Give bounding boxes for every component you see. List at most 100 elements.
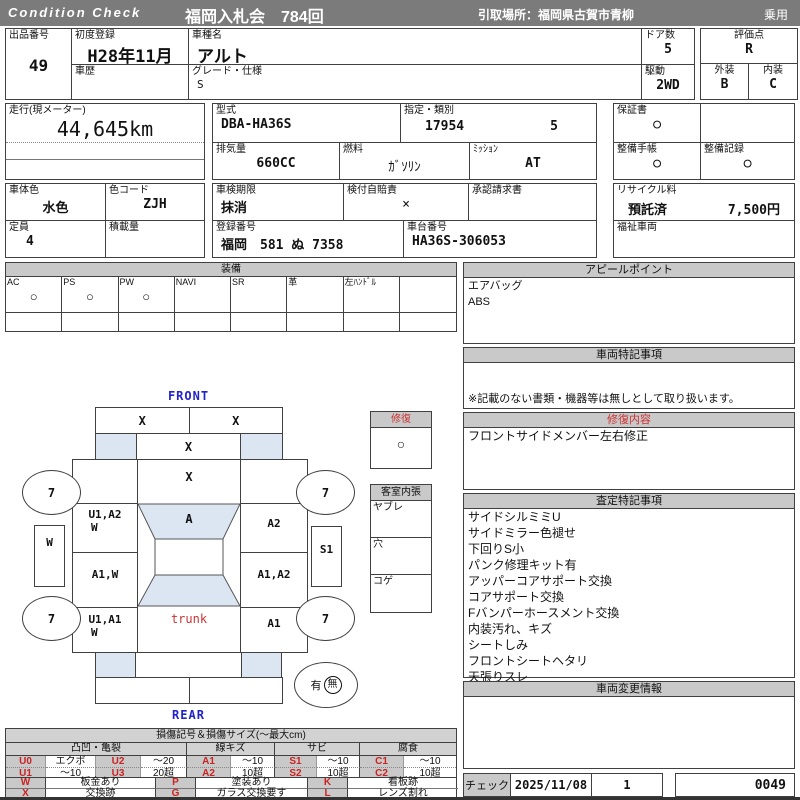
- equipment-value: ○: [85, 289, 94, 304]
- equipment-cell-leather: 革: [287, 277, 344, 313]
- drive-value: 2WD: [656, 78, 680, 93]
- registration-number-cell: 登録番号 福岡 581 ぬ 7358: [212, 220, 404, 258]
- capacity-label: 定員: [9, 222, 29, 233]
- grade-value: S: [197, 78, 204, 91]
- approval-request-label: 承認請求書: [472, 185, 522, 196]
- rear-fender-right: [241, 652, 282, 678]
- condition-check-sheet: Condition Check 福岡入札会 784回 引取場所：福岡県古賀市青柳…: [0, 0, 800, 800]
- grade-label: グレード・仕様: [192, 66, 262, 77]
- cabin-lining-title: 客室内張: [371, 485, 431, 501]
- left-rear-panel-mark: U1,A1: [88, 613, 122, 626]
- legend-group-scratch: 線キズ: [187, 743, 275, 756]
- fuel-cell: 燃料 ｶﾞｿﾘﾝ: [339, 142, 470, 180]
- color-code-value: ZJH: [143, 197, 167, 212]
- roof-shape: [154, 538, 224, 576]
- cabin-lining-item-hole: 穴: [371, 538, 431, 575]
- history-cell: 車歴: [71, 64, 189, 100]
- panel-divider: [240, 552, 308, 553]
- right-mid-panel-mark: A1,A2: [257, 568, 291, 581]
- right-rocker-panel: S1: [311, 526, 342, 587]
- warranty-cell: 保証書 ○: [613, 103, 701, 143]
- repair-detail-panel: 修復内容 フロントサイドメンバー左右修正: [463, 412, 795, 490]
- vehicle-change-info-panel: 車両変更情報: [463, 681, 795, 769]
- lot-number-cell: 出品番号 49: [5, 28, 72, 100]
- welfare-vehicle-cell: 福祉車両: [613, 220, 795, 258]
- displacement-label: 排気量: [216, 144, 246, 155]
- score-value: R: [745, 42, 753, 57]
- inspection-note: パンク修理キット有: [468, 558, 577, 572]
- interior-grade-value: C: [769, 77, 777, 92]
- capacity-value: 4: [26, 234, 34, 249]
- class-number-value: 5: [550, 119, 558, 134]
- legend-group-dents: 凸凹・亀裂: [6, 743, 187, 756]
- recycle-fee-cell: リサイクル料 預託済 7,500円: [613, 183, 795, 221]
- wheel-front-right-mark: 7: [321, 485, 330, 500]
- legend-code: U0: [6, 756, 46, 768]
- chassis-number-label: 車台番号: [407, 222, 447, 233]
- left-front-panel-mark2: W: [91, 521, 98, 534]
- model-code-cell: 型式 DBA-HA36S: [212, 103, 401, 143]
- chassis-number-value: HA36S-306053: [412, 234, 506, 249]
- equipment-cell-sr: SR: [231, 277, 288, 313]
- diagram-rear-label: REAR: [172, 708, 205, 722]
- rear-window-shape: [138, 574, 241, 607]
- color-code-label: 色コード: [109, 185, 149, 196]
- front-bumper: X X: [95, 407, 283, 434]
- panel-divider: [240, 607, 308, 608]
- right-rocker-mark: S1: [319, 543, 334, 556]
- doors-cell: ドア数 5: [641, 28, 695, 65]
- legend-value: 〜20: [141, 756, 187, 768]
- repair-history-title: 修復: [371, 412, 431, 428]
- rear-bumper-left: [96, 678, 189, 703]
- body-color-label: 車体色: [9, 185, 39, 196]
- auction-title: 福岡入札会 784回: [185, 9, 324, 26]
- lot-number-value: 49: [28, 56, 49, 75]
- equipment-spare-cell: [6, 313, 63, 331]
- maintenance-book-cell: 整備手帳 ○: [613, 142, 701, 180]
- score-cell: 評価点 R: [700, 28, 798, 64]
- equipment-cell-pw: PW ○: [118, 277, 175, 313]
- transmission-cell: ﾐｯｼｮﾝ AT: [469, 142, 597, 180]
- wheel-front-right: 7: [296, 470, 355, 515]
- mileage-label: 走行(現メーター): [9, 105, 86, 116]
- registration-number-label: 登録番号: [216, 222, 256, 233]
- mileage-value: 44,645km: [56, 117, 154, 141]
- equipment-label: NAVI: [175, 277, 197, 287]
- wheel-front-left-mark: 7: [47, 485, 56, 500]
- cabin-lining-item-tear: ヤブレ: [371, 501, 431, 538]
- first-registration-cell: 初度登録 H28年11月: [71, 28, 189, 67]
- hood-mark: X: [136, 434, 240, 459]
- grade-cell: グレード・仕様 S: [188, 64, 642, 100]
- wheel-rear-right: 7: [296, 596, 355, 641]
- wheel-rear-right-mark: 7: [321, 611, 330, 626]
- equipment-label: 革: [288, 277, 298, 287]
- repair-detail-title: 修復内容: [464, 413, 794, 428]
- body-color-value: 水色: [42, 201, 69, 216]
- equipment-label: SR: [232, 277, 245, 287]
- inspection-note: コアサポート交換: [468, 590, 565, 604]
- recycle-status-value: 預託済: [628, 203, 668, 218]
- load-capacity-label: 積載量: [109, 222, 139, 233]
- sheet-number-box: 0049: [675, 773, 795, 797]
- legend-group-rust: サビ: [275, 743, 360, 756]
- transmission-label: ﾐｯｼｮﾝ: [473, 144, 498, 155]
- exterior-grade-label: 外装: [714, 65, 735, 76]
- fuel-value: ｶﾞｿﾘﾝ: [388, 160, 421, 175]
- inspection-expiry-value: 抹消: [221, 201, 248, 216]
- equipment-title: 装備: [6, 263, 456, 277]
- equipment-label: PS: [63, 277, 76, 287]
- welfare-vehicle-label: 福祉車両: [617, 222, 657, 233]
- appeal-points-title: アピールポイント: [464, 263, 794, 278]
- inspection-notes-title: 査定特記事項: [464, 494, 794, 509]
- trunk-label: trunk: [170, 612, 208, 626]
- exterior-grade-value: B: [720, 77, 729, 92]
- appeal-line: エアバッグ: [468, 280, 523, 292]
- repair-detail-line: フロントサイドメンバー左右修正: [468, 429, 649, 443]
- equipment-spare-cell: [287, 313, 344, 331]
- legend-code: A1: [187, 756, 231, 768]
- maintenance-record-cell: 整備記録 ○: [700, 142, 795, 180]
- equipment-spare-cell: [175, 313, 231, 331]
- equipment-table: 装備 AC ○ PS ○ PW ○ NAVI SR 革 左ﾊﾝﾄﾞﾙ: [5, 262, 457, 332]
- recycle-fee-value: 7,500円: [727, 203, 780, 218]
- insurance-cell: 検付自賠責 ×: [343, 183, 469, 221]
